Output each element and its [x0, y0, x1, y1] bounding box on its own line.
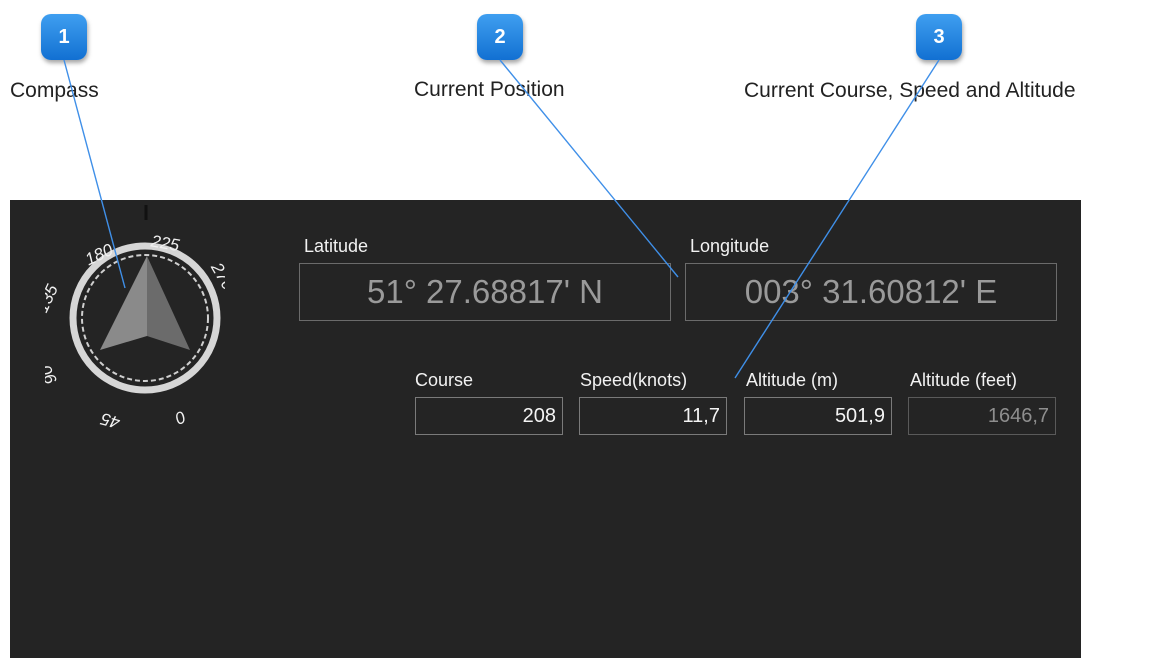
ring-label-90: 90 — [45, 362, 61, 388]
latitude-field[interactable]: 51° 27.68817' N — [299, 263, 671, 321]
ring-label-135: 135 — [45, 281, 62, 315]
altitude-feet-field: 1646,7 — [908, 397, 1056, 435]
speed-label: Speed(knots) — [580, 370, 688, 390]
heading-pointer-icon — [100, 256, 190, 350]
longitude-label: Longitude — [690, 236, 770, 256]
callout-label-course-speed-altitude: Current Course, Speed and Altitude — [744, 79, 1076, 102]
speed-field[interactable]: 11,7 — [579, 397, 727, 435]
course-label: Course — [415, 370, 474, 390]
ring-label-45: 45 — [98, 409, 122, 432]
ring-label-315: 315 — [223, 344, 225, 376]
latitude-label: Latitude — [304, 236, 369, 256]
ring-label-0: 0 — [172, 407, 189, 428]
course-field[interactable]: 208 — [415, 397, 563, 435]
longitude-field[interactable]: 003° 31.60812' E — [685, 263, 1057, 321]
callout-badge-3: 3 — [916, 14, 962, 60]
ring-label-225: 225 — [149, 231, 182, 255]
gps-panel: 180 225 270 315 135 90 45 0 Latitude 51°… — [10, 200, 1081, 658]
altitude-feet-label: Altitude (feet) — [910, 370, 1018, 390]
callout-label-current-position: Current Position — [414, 78, 565, 101]
altitude-m-label: Altitude (m) — [746, 370, 839, 390]
callout-badge-2: 2 — [477, 14, 523, 60]
altitude-m-field[interactable]: 501,9 — [744, 397, 892, 435]
callout-badge-1: 1 — [41, 14, 87, 60]
callout-label-compass: Compass — [10, 79, 99, 102]
compass-rose-icon: 180 225 270 315 135 90 45 0 — [45, 205, 225, 432]
